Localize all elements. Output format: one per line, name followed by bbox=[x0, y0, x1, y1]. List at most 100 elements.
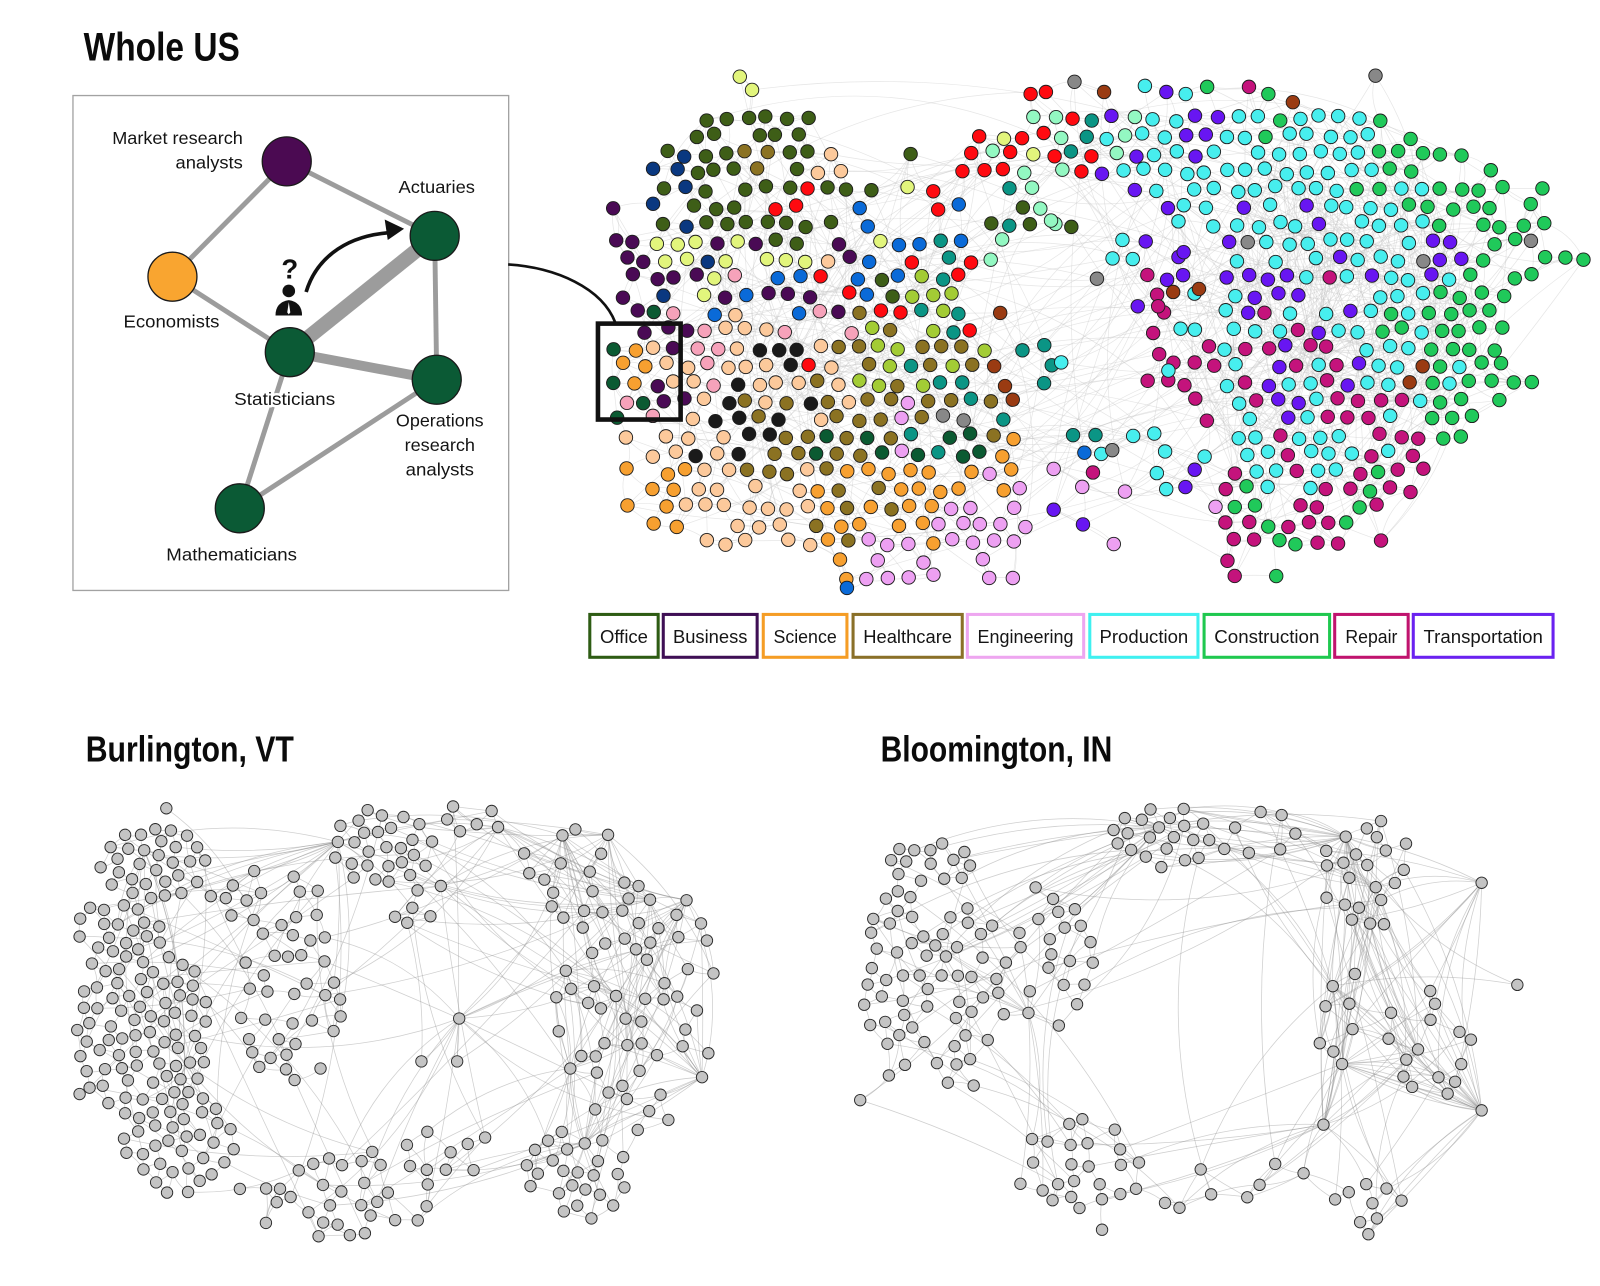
network-node bbox=[727, 268, 742, 283]
network-node bbox=[164, 1105, 177, 1119]
network-node bbox=[136, 1147, 150, 1161]
network-node bbox=[1383, 306, 1399, 322]
network-node bbox=[861, 461, 876, 477]
network-node bbox=[1476, 217, 1491, 232]
network-node bbox=[1227, 466, 1243, 481]
legend-item-business: Business bbox=[661, 612, 759, 659]
network-node bbox=[1268, 463, 1284, 478]
network-node bbox=[1359, 343, 1374, 358]
network-node bbox=[1210, 109, 1226, 125]
network-node bbox=[620, 498, 635, 513]
network-node bbox=[279, 1063, 293, 1076]
network-node bbox=[1285, 94, 1301, 110]
network-node bbox=[1151, 347, 1167, 362]
network-node bbox=[921, 465, 936, 480]
network-node bbox=[83, 1081, 96, 1094]
network-node bbox=[834, 519, 849, 534]
network-node bbox=[1026, 147, 1041, 162]
network-node bbox=[164, 824, 178, 837]
network-node bbox=[1219, 378, 1235, 394]
network-node bbox=[1492, 392, 1507, 408]
network-node bbox=[831, 483, 846, 498]
network-node bbox=[914, 268, 929, 284]
network-node bbox=[226, 879, 240, 892]
network-node bbox=[761, 285, 776, 301]
network-node bbox=[1361, 410, 1376, 426]
network-node bbox=[1169, 144, 1185, 159]
network-node bbox=[121, 1074, 135, 1087]
network-node bbox=[168, 1006, 182, 1019]
network-node bbox=[1236, 200, 1252, 215]
network-node bbox=[860, 430, 875, 446]
network-node bbox=[182, 1085, 195, 1099]
inset-panel: Market research analysts Actuaries Econo… bbox=[72, 94, 510, 592]
network-node bbox=[728, 307, 743, 323]
network-node bbox=[327, 976, 341, 989]
network-node bbox=[169, 1028, 182, 1041]
network-node bbox=[1425, 375, 1440, 391]
network-node bbox=[176, 958, 189, 972]
network-node bbox=[1445, 341, 1461, 357]
network-node bbox=[1067, 74, 1082, 89]
network-node bbox=[382, 875, 395, 888]
network-node bbox=[669, 519, 684, 535]
network-node bbox=[149, 1176, 163, 1189]
network-node bbox=[1075, 517, 1091, 532]
node-market-research-analysts bbox=[261, 136, 312, 187]
network-node bbox=[1350, 252, 1365, 268]
network-node bbox=[470, 818, 483, 831]
network-node bbox=[1424, 342, 1439, 357]
network-node bbox=[143, 1025, 157, 1039]
network-edge bbox=[562, 835, 687, 901]
network-node bbox=[771, 343, 787, 358]
network-node bbox=[1157, 162, 1173, 178]
network-node bbox=[965, 357, 980, 372]
network-node bbox=[1371, 218, 1387, 233]
network-node bbox=[176, 1097, 189, 1111]
network-node bbox=[1197, 449, 1212, 464]
network-node bbox=[883, 391, 899, 407]
network-edge bbox=[612, 208, 628, 258]
network-node bbox=[318, 955, 331, 968]
network-node bbox=[172, 869, 185, 882]
network-node bbox=[1288, 537, 1303, 552]
network-node bbox=[219, 891, 232, 905]
network-node bbox=[1175, 267, 1191, 283]
network-node bbox=[700, 934, 714, 947]
network-node bbox=[106, 945, 120, 958]
network-node bbox=[636, 254, 651, 270]
network-node bbox=[789, 236, 804, 251]
network-node bbox=[666, 306, 681, 321]
network-node bbox=[820, 394, 836, 410]
network-node bbox=[1178, 86, 1193, 102]
network-node bbox=[1425, 233, 1441, 248]
network-node bbox=[686, 374, 701, 389]
network-node bbox=[1171, 214, 1186, 229]
network-node bbox=[1127, 182, 1142, 198]
network-node bbox=[926, 536, 941, 551]
network-node bbox=[616, 904, 629, 917]
network-node bbox=[1231, 396, 1247, 411]
network-node bbox=[246, 1046, 259, 1059]
network-node bbox=[1226, 531, 1241, 547]
network-node bbox=[871, 378, 887, 393]
network-node bbox=[131, 1125, 145, 1138]
network-node bbox=[768, 375, 783, 390]
network-node bbox=[155, 1092, 169, 1106]
network-node bbox=[666, 270, 681, 285]
network-node bbox=[730, 377, 746, 392]
network-node bbox=[1258, 129, 1273, 145]
label-operations-line2: research bbox=[405, 435, 475, 455]
network-node bbox=[1390, 143, 1406, 159]
network-node bbox=[149, 1139, 162, 1152]
network-node bbox=[1343, 481, 1358, 496]
network-node bbox=[767, 127, 783, 142]
network-node bbox=[945, 358, 960, 374]
network-node bbox=[361, 803, 374, 817]
network-node bbox=[986, 428, 1001, 443]
network-node bbox=[697, 462, 712, 478]
network-node bbox=[185, 1009, 198, 1022]
network-node bbox=[293, 885, 306, 898]
network-node bbox=[689, 129, 705, 145]
network-node bbox=[711, 341, 726, 357]
